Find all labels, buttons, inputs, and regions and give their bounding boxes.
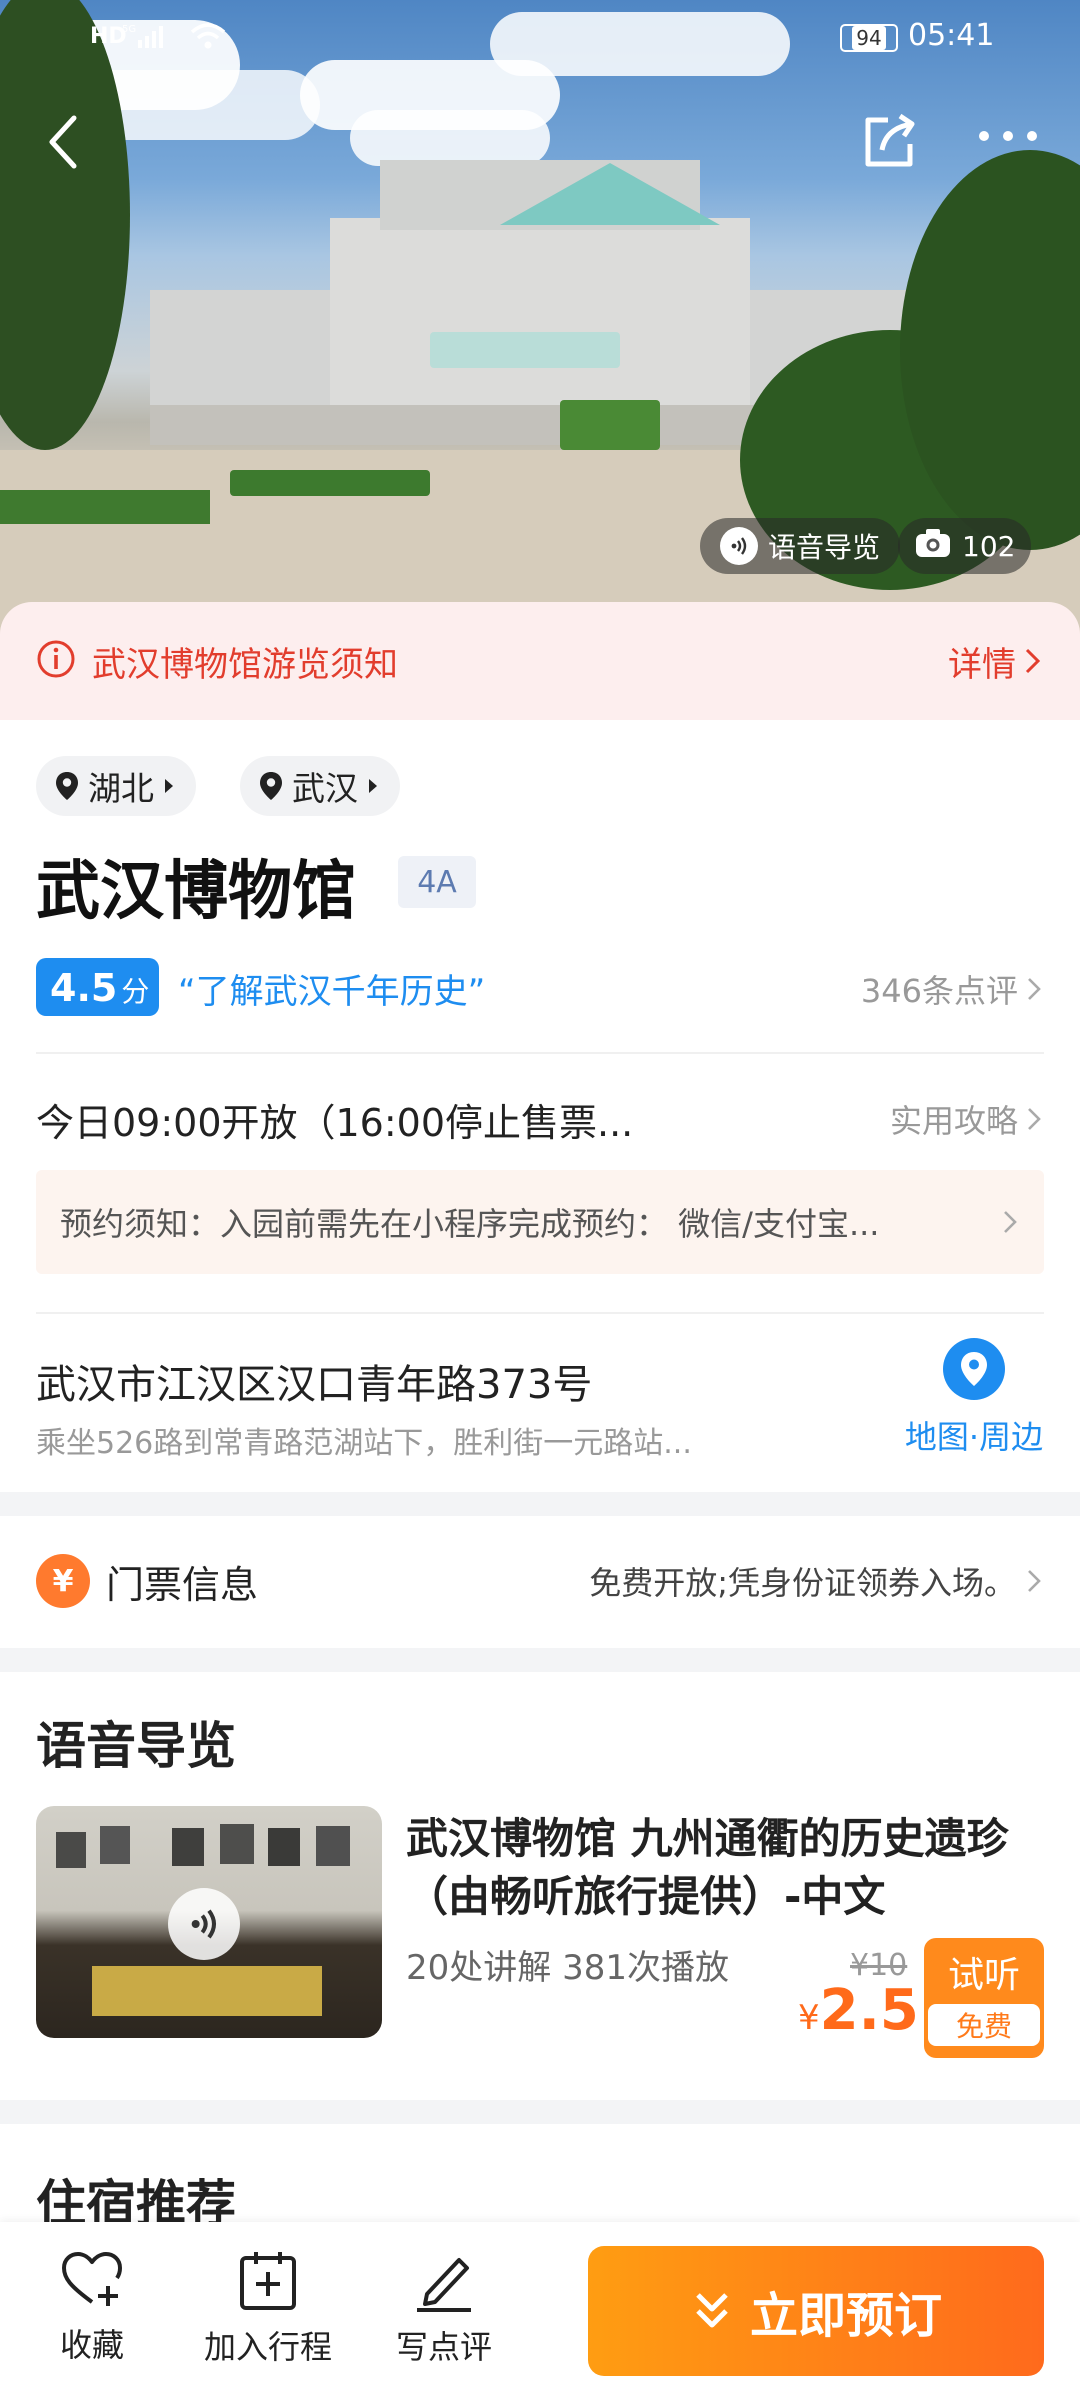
- wifi-icon: [188, 20, 228, 56]
- city-label: 武汉: [292, 769, 358, 808]
- section-gap: [0, 2100, 1080, 2124]
- map-nearby-button[interactable]: 地图·周边: [904, 1338, 1044, 1458]
- audio-guide-section-title: 语音导览: [36, 1717, 236, 1775]
- section-gap: [0, 1648, 1080, 1672]
- try-listen-button[interactable]: 试听 免费: [924, 1938, 1044, 2058]
- divider: [36, 1052, 1044, 1054]
- audio-guide-thumbnail[interactable]: [36, 1806, 382, 2038]
- chevron-right-icon: [1025, 648, 1041, 674]
- heart-plus-icon: [62, 2252, 122, 2306]
- currency-symbol: ¥: [798, 1998, 820, 2038]
- province-chip[interactable]: 湖北: [36, 756, 196, 816]
- battery-icon: 94: [840, 24, 898, 52]
- book-now-button[interactable]: 立即预订: [588, 2246, 1044, 2376]
- chevron-right-icon: [1028, 978, 1041, 1000]
- guide-link-label: 实用攻略: [889, 1102, 1018, 1140]
- map-nearby-label: 地图·周边: [904, 1418, 1044, 1456]
- ticket-label: 门票信息: [106, 1562, 259, 1607]
- chevron-right-icon: [1028, 1570, 1041, 1592]
- slogan: “了解武汉千年历史”: [178, 972, 486, 1012]
- write-review-button[interactable]: 写点评: [396, 2250, 492, 2368]
- try-listen-label: 试听: [947, 1955, 1020, 1996]
- audio-price: ¥ 2.5: [798, 1978, 919, 2043]
- ticket-info-row[interactable]: ¥ 门票信息 免费开放;凭身份证领券入场。: [36, 1548, 1044, 1614]
- caret-right-icon: [369, 779, 377, 793]
- location-pin-icon: [56, 772, 78, 800]
- reservation-notice[interactable]: 预约须知：入园前需先在小程序完成预约： 微信/支付宝...: [36, 1170, 1044, 1274]
- free-label: 免费: [928, 2004, 1040, 2046]
- page-title: 武汉博物馆: [36, 855, 356, 929]
- notice-detail-label: 详情: [948, 644, 1016, 685]
- info-icon: [36, 639, 76, 683]
- audio-guide-label: 语音导览: [768, 531, 881, 564]
- chevron-right-icon: [1028, 1108, 1041, 1130]
- ticket-icon: ¥: [36, 1554, 90, 1608]
- visit-notice-bar[interactable]: 武汉博物馆游览须知 详情: [0, 602, 1080, 720]
- hero-image[interactable]: HD 5G 94 05:41 语音导览 102: [0, 0, 1080, 640]
- level-badge: 4A: [398, 856, 476, 908]
- audio-play-icon: [168, 1888, 240, 1960]
- add-trip-label: 加入行程: [204, 2328, 333, 2366]
- transit-route: 乘坐526路到常青路范湖站下，胜利街一元路站...: [36, 1426, 692, 1461]
- signal-icon: 5G: [122, 22, 182, 50]
- audio-guide-pill[interactable]: 语音导览: [700, 518, 901, 574]
- app: HD 5G 94 05:41 语音导览 102 武汉博物馆游览须知 详情 湖北 …: [0, 0, 1080, 2400]
- city-chip[interactable]: 武汉: [240, 756, 400, 816]
- back-icon[interactable]: [44, 112, 84, 176]
- double-chevron-down-icon: [696, 2293, 728, 2328]
- add-trip-button[interactable]: 加入行程: [204, 2250, 332, 2368]
- audio-wave-icon: [720, 527, 758, 565]
- bottom-action-bar: 收藏 加入行程 写点评 立即预订: [0, 2222, 1080, 2400]
- opening-hours[interactable]: 今日09:00开放（16:00停止售票...: [36, 1092, 633, 1147]
- caret-right-icon: [165, 779, 173, 793]
- review-count: 346条点评: [860, 972, 1018, 1010]
- book-now-label: 立即预订: [749, 2288, 942, 2344]
- score-value: 4.5: [50, 966, 118, 1010]
- score-unit: 分: [121, 975, 150, 1008]
- address[interactable]: 武汉市江汉区汉口青年路373号: [36, 1352, 592, 1410]
- photo-count: 102: [962, 529, 1016, 563]
- reviews-link[interactable]: 346条点评: [861, 966, 1044, 1012]
- divider: [36, 1312, 1044, 1314]
- pencil-icon: [417, 2258, 471, 2312]
- section-gap: [0, 1492, 1080, 1516]
- province-label: 湖北: [88, 769, 154, 808]
- notice-detail-link[interactable]: 详情: [948, 637, 1044, 686]
- favorite-button[interactable]: 收藏: [60, 2250, 124, 2366]
- battery-level: 94: [852, 26, 886, 50]
- photo-count-pill[interactable]: 102: [898, 518, 1032, 574]
- camera-icon: [914, 527, 952, 566]
- signal-label: 5G: [122, 24, 136, 35]
- price-value: 2.5: [819, 1978, 919, 2043]
- audio-guide-meta: 20处讲解 381次播放: [406, 1948, 729, 1988]
- ticket-value: 免费开放;凭身份证领券入场。: [589, 1564, 1016, 1602]
- audio-guide-name[interactable]: 武汉博物馆 九州通衢的历史遗珍（由畅听旅行提供）-中文: [406, 1810, 1026, 1926]
- guide-link[interactable]: 实用攻略: [890, 1096, 1044, 1142]
- score-badge[interactable]: 4.5 分: [36, 958, 160, 1016]
- map-pin-icon: [943, 1338, 1005, 1400]
- calendar-add-icon: [240, 2252, 296, 2310]
- reservation-text: 预约须知：入园前需先在小程序完成预约： 微信/支付宝...: [60, 1205, 880, 1243]
- share-icon[interactable]: [858, 110, 920, 176]
- notice-text: 武汉博物馆游览须知: [92, 644, 398, 685]
- more-icon[interactable]: [976, 128, 1040, 148]
- clock: 05:41: [908, 18, 995, 53]
- write-review-label: 写点评: [396, 2328, 493, 2366]
- favorite-label: 收藏: [60, 2326, 125, 2364]
- chevron-right-icon: [1004, 1211, 1017, 1233]
- location-pin-icon: [260, 772, 282, 800]
